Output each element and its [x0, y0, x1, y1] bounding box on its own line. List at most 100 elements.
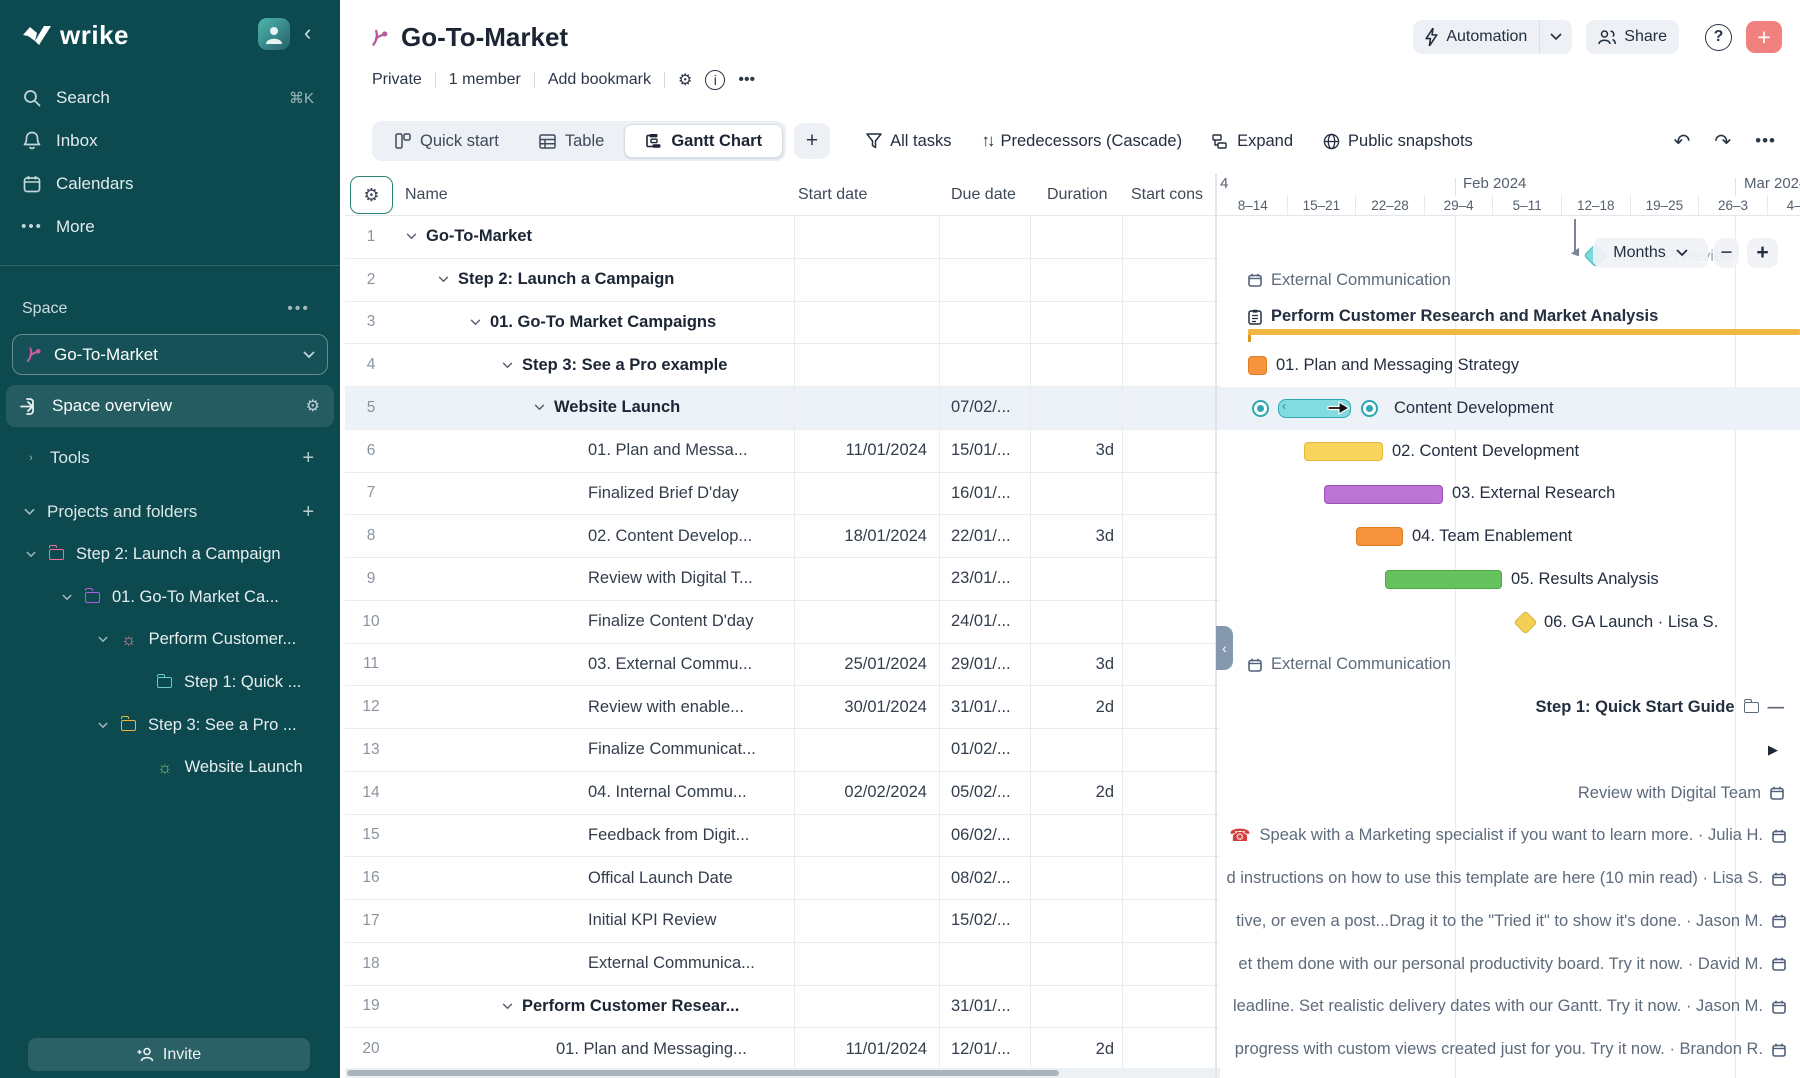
tab-table[interactable]: Table [519, 124, 624, 158]
column-header-name[interactable]: Name [405, 174, 785, 216]
zoom-in-button[interactable]: + [1747, 238, 1778, 268]
row-number: 16 [348, 857, 394, 899]
table-row[interactable]: 2Step 2: Launch a Campaign [345, 259, 1220, 302]
zoom-out-button[interactable]: − [1714, 238, 1739, 268]
task-bar[interactable] [1356, 527, 1403, 546]
column-header-start[interactable]: Start date [798, 174, 936, 216]
sidebar-item-more[interactable]: •••More [0, 205, 340, 248]
chevron-down-icon[interactable] [502, 1003, 513, 1010]
table-row[interactable]: 7Finalized Brief D'day16/01/... [345, 473, 1220, 516]
resize-left-icon[interactable]: ‹ [1282, 399, 1286, 413]
space-selector[interactable]: Go-To-Market [12, 334, 328, 375]
lightning-icon [1425, 28, 1438, 46]
undo-icon[interactable]: ↶ [1674, 129, 1691, 154]
task-bar[interactable] [1304, 442, 1383, 461]
sidebar-item-calendars[interactable]: Calendars [0, 162, 340, 205]
timescale-dropdown[interactable]: Months [1593, 238, 1708, 268]
sidebar-tree-item[interactable]: ☼Website Launch [0, 746, 340, 789]
sidebar-tree-item[interactable]: Step 3: See a Pro ... [0, 704, 340, 747]
more-icon[interactable]: ••• [738, 71, 755, 89]
scrollbar-thumb[interactable] [347, 1070, 1059, 1076]
tab-gantt-chart[interactable]: Gantt Chart [624, 124, 783, 158]
table-row[interactable]: 17Initial KPI Review15/02/... [345, 900, 1220, 943]
table-row[interactable]: 13Finalize Communicat...01/02/... [345, 729, 1220, 772]
automation-dropdown[interactable] [1539, 20, 1572, 54]
milestone-diamond[interactable] [1513, 610, 1537, 634]
table-row[interactable]: 1404. Internal Commu...02/02/202405/02/.… [345, 772, 1220, 815]
table-row[interactable]: 601. Plan and Messa...11/01/202415/01/..… [345, 430, 1220, 473]
project-summary-bar[interactable] [1248, 329, 1800, 335]
chevron-down-icon[interactable] [470, 319, 481, 326]
table-row[interactable]: 4Step 3: See a Pro example [345, 344, 1220, 387]
task-bar[interactable] [1324, 485, 1443, 504]
chevron-down-icon[interactable] [534, 404, 545, 411]
table-row[interactable]: 5Website Launch07/02/... [345, 387, 1220, 430]
privacy-label[interactable]: Private [372, 71, 422, 89]
table-row[interactable]: 10Finalize Content D'day24/01/... [345, 601, 1220, 644]
sidebar-item-projects-folders[interactable]: Projects and folders + [0, 491, 340, 533]
task-bar[interactable] [1385, 570, 1502, 589]
row-number: 14 [348, 772, 394, 814]
chevron-down-icon[interactable] [406, 233, 417, 240]
chevron-down-icon[interactable] [438, 276, 449, 283]
gear-icon[interactable]: ⚙ [306, 396, 320, 416]
table-row[interactable]: 19Perform Customer Resear...31/01/... [345, 986, 1220, 1029]
redo-icon[interactable]: ↷ [1714, 129, 1731, 154]
sidebar-item-space-overview[interactable]: Space overview ⚙ [6, 385, 334, 427]
table-row[interactable]: 802. Content Develop...18/01/202422/01/.… [345, 515, 1220, 558]
plus-icon[interactable]: + [302, 447, 314, 470]
sort-button[interactable]: ↑↓ Predecessors (Cascade) [982, 131, 1183, 151]
sidebar-tree-item[interactable]: 01. Go-To Market Ca... [0, 576, 340, 619]
sidebar-item-tools[interactable]: › Tools + [0, 437, 340, 479]
table-row[interactable]: 1Go-To-Market [345, 216, 1220, 259]
sidebar-collapse-icon[interactable]: ‹ [304, 20, 311, 46]
table-row[interactable]: 301. Go-To Market Campaigns [345, 302, 1220, 345]
plus-icon[interactable]: + [302, 501, 314, 524]
info-icon[interactable]: i [705, 70, 725, 90]
table-row[interactable]: 12Review with enable...30/01/202431/01/.… [345, 686, 1220, 729]
chevron-down-icon [1676, 249, 1688, 257]
dependency-handle-right[interactable] [1361, 400, 1378, 417]
share-button[interactable]: Share [1586, 20, 1679, 54]
sidebar-tree-item[interactable]: ☼Perform Customer... [0, 618, 340, 661]
due-date: 15/02/... [939, 900, 1030, 942]
expand-button[interactable]: Expand [1212, 132, 1293, 151]
add-bookmark-link[interactable]: Add bookmark [548, 71, 651, 89]
task-bar[interactable] [1248, 356, 1267, 375]
gear-icon[interactable]: ⚙ [678, 70, 692, 90]
add-view-button[interactable]: + [794, 123, 830, 159]
column-header-duration[interactable]: Duration [1047, 174, 1120, 216]
sidebar-item-inbox[interactable]: Inbox [0, 119, 340, 162]
toolbar-more-icon[interactable]: ••• [1755, 131, 1776, 151]
table-row[interactable]: 15Feedback from Digit...06/02/... [345, 815, 1220, 858]
user-avatar[interactable] [258, 18, 290, 50]
gantt-row: 05. Results Analysis [1217, 558, 1800, 601]
help-button[interactable]: ? [1705, 24, 1732, 51]
public-snapshots-button[interactable]: Public snapshots [1323, 132, 1473, 151]
table-row[interactable]: 1103. External Commu...25/01/202429/01/.… [345, 644, 1220, 687]
table-row[interactable]: 16Offical Launch Date08/02/... [345, 857, 1220, 900]
calendar-icon [1772, 914, 1786, 928]
automation-main[interactable]: Automation [1413, 20, 1539, 54]
create-button[interactable]: + [1746, 21, 1782, 53]
gantt-row: d instructions on how to use this templa… [1217, 857, 1800, 900]
members-label[interactable]: 1 member [449, 71, 521, 89]
table-row[interactable]: 2001. Plan and Messaging...11/01/202412/… [345, 1028, 1220, 1071]
table-settings-button[interactable]: ⚙ [350, 176, 393, 214]
tab-quick-start[interactable]: Quick start [375, 124, 519, 158]
sidebar-tree-item[interactable]: Step 1: Quick ... [0, 661, 340, 704]
column-header-due[interactable]: Due date [951, 174, 1029, 216]
chevron-down-icon[interactable] [502, 362, 513, 369]
tab-label: Gantt Chart [671, 132, 762, 151]
sidebar-tree-item[interactable]: Step 2: Launch a Campaign [0, 533, 340, 576]
column-header-startcons[interactable]: Start cons [1131, 174, 1215, 216]
wrike-logo[interactable]: wrike [22, 20, 129, 51]
sidebar-item-search[interactable]: Search⌘K [0, 76, 340, 119]
invite-button[interactable]: Invite [28, 1038, 310, 1071]
filter-button[interactable]: All tasks [866, 132, 951, 151]
table-row[interactable]: 18External Communica... [345, 943, 1220, 986]
table-row[interactable]: 9Review with Digital T...23/01/... [345, 558, 1220, 601]
column-divider [1122, 216, 1123, 258]
space-section-menu-icon[interactable]: ••• [287, 300, 310, 318]
dependency-handle-left[interactable] [1252, 400, 1269, 417]
